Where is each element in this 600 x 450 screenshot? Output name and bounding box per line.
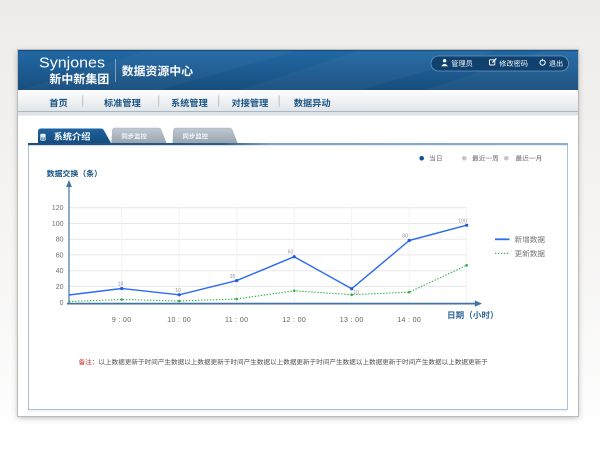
svg-text:11 : 00: 11 : 00 — [225, 317, 248, 324]
svg-text:9 : 00: 9 : 00 — [112, 317, 132, 324]
svg-text:60: 60 — [288, 250, 294, 256]
svg-text:18: 18 — [118, 282, 124, 288]
svg-text:10 : 00: 10 : 00 — [167, 317, 191, 324]
svg-text:80: 80 — [56, 237, 64, 244]
svg-text:100: 100 — [458, 218, 467, 224]
svg-text:100: 100 — [52, 221, 64, 228]
svg-text:12 : 00: 12 : 00 — [282, 317, 306, 324]
svg-text:0: 0 — [60, 300, 64, 307]
svg-text:10: 10 — [175, 288, 181, 294]
svg-text:14 : 00: 14 : 00 — [397, 317, 421, 324]
svg-text:60: 60 — [56, 252, 64, 259]
svg-text:40: 40 — [56, 268, 64, 275]
svg-text:13 : 00: 13 : 00 — [340, 317, 364, 324]
svg-text:120: 120 — [52, 205, 64, 212]
svg-text:35: 35 — [230, 274, 236, 280]
svg-text:Synjones: Synjones — [39, 56, 105, 72]
svg-text:20: 20 — [56, 284, 64, 291]
svg-text:80: 80 — [402, 234, 408, 240]
